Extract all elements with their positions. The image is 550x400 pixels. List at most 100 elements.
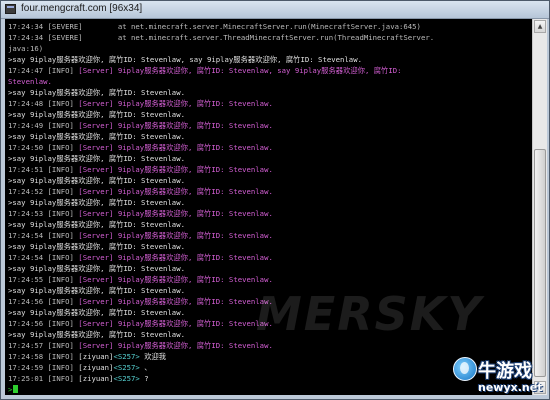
console-segment: [Server] 9iplay服务器欢迎你, 腐竹ID: Stevenlaw. [78, 121, 273, 130]
console-segment: 17:24:34 [SEVERE] at net.minecraft.serve… [8, 33, 435, 42]
console-line: >say 9iplay服务器欢迎你, 腐竹ID: Stevenlaw. [8, 285, 185, 296]
console-segment: >say 9iplay服务器欢迎你, 腐竹ID: Stevenlaw. [8, 308, 185, 317]
console-line: >say 9iplay服务器欢迎你, 腐竹ID: Stevenlaw. [8, 329, 185, 340]
console-line: 17:24:58 [INFO] [ziyuan]<S257> 欢迎我 [8, 351, 166, 362]
console-segment: <S257> [113, 374, 140, 383]
logo-mark-icon [453, 357, 477, 381]
console-line: 17:24:53 [INFO] [Server] 9iplay服务器欢迎你, 腐… [8, 208, 273, 219]
console-segment: 17:24:54 [INFO] [8, 231, 79, 240]
console-segment: 欢迎我 [139, 352, 167, 361]
console-segment: 17:24:49 [INFO] [8, 121, 79, 130]
console-line: >say 9iplay服务器欢迎你, 腐竹ID: Stevenlaw. [8, 109, 185, 120]
console-segment: 17:24:48 [INFO] [8, 99, 79, 108]
console-line: Stevenlaw. [8, 76, 52, 87]
console-segment: [Server] 9iplay服务器欢迎你, 腐竹ID: Stevenlaw. [78, 231, 273, 240]
console-segment: >say 9iplay服务器欢迎你, 腐竹ID: Stevenlaw. [8, 264, 185, 273]
console-line: 17:24:56 [INFO] [Server] 9iplay服务器欢迎你, 腐… [8, 318, 273, 329]
console-line: 17:24:34 [SEVERE] at net.minecraft.serve… [8, 21, 421, 32]
console-segment: [Server] 9iplay服务器欢迎你, 腐竹ID: Stevenlaw. [78, 165, 273, 174]
console-segment: 17:24:50 [INFO] [8, 143, 79, 152]
console-line: >say 9iplay服务器欢迎你, 腐竹ID: Stevenlaw. [8, 241, 185, 252]
console-segment: 17:24:58 [INFO] [8, 352, 79, 361]
console-segment: 17:24:53 [INFO] [8, 209, 79, 218]
console-segment: [Server] 9iplay服务器欢迎你, 腐竹ID: Stevenlaw, … [78, 66, 406, 75]
console-line: 17:24:54 [INFO] [Server] 9iplay服务器欢迎你, 腐… [8, 230, 273, 241]
console-line: 17:24:55 [INFO] [Server] 9iplay服务器欢迎你, 腐… [8, 274, 273, 285]
console-line: 17:24:50 [INFO] [Server] 9iplay服务器欢迎你, 腐… [8, 142, 273, 153]
console-segment: [Server] 9iplay服务器欢迎你, 腐竹ID: Stevenlaw. [78, 209, 273, 218]
console-line: >say 9iplay服务器欢迎你, 腐竹ID: Stevenlaw. [8, 219, 185, 230]
console-segment: [ziyuan] [78, 352, 114, 361]
console-segment: >say 9iplay服务器欢迎你, 腐竹ID: Stevenlaw. [8, 286, 185, 295]
site-logo: 牛游戏 newyx.net [453, 353, 547, 397]
console-segment: >say 9iplay服务器欢迎你, 腐竹ID: Stevenlaw. [8, 176, 185, 185]
console-segment: > [8, 385, 13, 394]
terminal-window: four.mengcraft.com [96x34] 17:24:34 [SEV… [0, 0, 550, 400]
title-bar[interactable]: four.mengcraft.com [96x34] [1, 1, 549, 19]
text-cursor [13, 385, 19, 393]
console-segment: 17:24:56 [INFO] [8, 297, 79, 306]
console-line: 17:24:34 [SEVERE] at net.minecraft.serve… [8, 32, 434, 43]
console-segment: >say 9iplay服务器欢迎你, 腐竹ID: Stevenlaw. [8, 132, 185, 141]
console-segment: [Server] 9iplay服务器欢迎你, 腐竹ID: Stevenlaw. [78, 253, 273, 262]
scroll-thumb[interactable] [534, 149, 546, 377]
console-segment: >say 9iplay服务器欢迎你, 腐竹ID: Stevenlaw. [8, 220, 185, 229]
console-segment: >say 9iplay服务器欢迎你, 腐竹ID: Stevenlaw, say … [8, 55, 362, 64]
console-line: > [8, 384, 19, 395]
window-title: four.mengcraft.com [96x34] [21, 3, 143, 14]
console-segment: [Server] 9iplay服务器欢迎你, 腐竹ID: Stevenlaw. [78, 297, 273, 306]
console-segment: 、 [139, 363, 152, 372]
console-segment: java:16) [8, 44, 44, 53]
vertical-scrollbar[interactable]: ▲ ▼ [532, 19, 547, 395]
console-line: >say 9iplay服务器欢迎你, 腐竹ID: Stevenlaw, say … [8, 54, 362, 65]
console-segment: 17:24:55 [INFO] [8, 275, 79, 284]
console-line: >say 9iplay服务器欢迎你, 腐竹ID: Stevenlaw. [8, 307, 185, 318]
console-line: 17:24:51 [INFO] [Server] 9iplay服务器欢迎你, 腐… [8, 164, 273, 175]
console-segment: Stevenlaw. [8, 77, 52, 86]
console-line: java:16) [8, 43, 43, 54]
console-segment: [ziyuan] [78, 374, 114, 383]
console-segment: [Server] 9iplay服务器欢迎你, 腐竹ID: Stevenlaw. [78, 275, 273, 284]
scroll-up-button[interactable]: ▲ [534, 20, 546, 33]
console-line: 17:24:54 [INFO] [Server] 9iplay服务器欢迎你, 腐… [8, 252, 273, 263]
console-segment: [Server] 9iplay服务器欢迎你, 腐竹ID: Stevenlaw. [78, 99, 273, 108]
console-line: 17:24:56 [INFO] [Server] 9iplay服务器欢迎你, 腐… [8, 296, 273, 307]
console-segment: 17:24:54 [INFO] [8, 253, 79, 262]
console-segment: 17:24:52 [INFO] [8, 187, 79, 196]
console-line: 17:24:48 [INFO] [Server] 9iplay服务器欢迎你, 腐… [8, 98, 273, 109]
console-segment: ? [139, 374, 149, 383]
console-segment: [Server] 9iplay服务器欢迎你, 腐竹ID: Stevenlaw. [78, 143, 273, 152]
terminal-app-icon [5, 4, 16, 14]
console-segment: 17:25:01 [INFO] [8, 374, 79, 383]
console-segment: [Server] 9iplay服务器欢迎你, 腐竹ID: Stevenlaw. [78, 319, 273, 328]
logo-title: 牛游戏 [478, 361, 532, 382]
console-segment: >say 9iplay服务器欢迎你, 腐竹ID: Stevenlaw. [8, 110, 185, 119]
console-segment: >say 9iplay服务器欢迎你, 腐竹ID: Stevenlaw. [8, 198, 185, 207]
console-segment: >say 9iplay服务器欢迎你, 腐竹ID: Stevenlaw. [8, 88, 185, 97]
console-line: 17:24:57 [INFO] [Server] 9iplay服务器欢迎你, 腐… [8, 340, 273, 351]
console-segment: [ziyuan] [78, 363, 114, 372]
console-segment: 17:24:56 [INFO] [8, 319, 79, 328]
logo-subtitle: newyx.net [478, 381, 543, 394]
console-line: 17:24:52 [INFO] [Server] 9iplay服务器欢迎你, 腐… [8, 186, 273, 197]
console-segment: 17:24:51 [INFO] [8, 165, 79, 174]
console-line: >say 9iplay服务器欢迎你, 腐竹ID: Stevenlaw. [8, 197, 185, 208]
console-segment: 17:24:47 [INFO] [8, 66, 79, 75]
console-segment: 17:24:57 [INFO] [8, 341, 79, 350]
console-segment: [Server] 9iplay服务器欢迎你, 腐竹ID: Stevenlaw. [78, 341, 273, 350]
console-line: 17:24:47 [INFO] [Server] 9iplay服务器欢迎你, 腐… [8, 65, 406, 76]
console-segment: >say 9iplay服务器欢迎你, 腐竹ID: Stevenlaw. [8, 242, 185, 251]
console-line: >say 9iplay服务器欢迎你, 腐竹ID: Stevenlaw. [8, 175, 185, 186]
console-line: 17:24:59 [INFO] [ziyuan]<S257> 、 [8, 362, 152, 373]
console-segment: <S257> [113, 352, 140, 361]
console-segment: <S257> [113, 363, 140, 372]
console-line: >say 9iplay服务器欢迎你, 腐竹ID: Stevenlaw. [8, 263, 185, 274]
console-line: >say 9iplay服务器欢迎你, 腐竹ID: Stevenlaw. [8, 87, 185, 98]
console-line: 17:25:01 [INFO] [ziyuan]<S257> ? [8, 373, 149, 384]
console-line: >say 9iplay服务器欢迎你, 腐竹ID: Stevenlaw. [8, 131, 185, 142]
console-segment: [Server] 9iplay服务器欢迎你, 腐竹ID: Stevenlaw. [78, 187, 273, 196]
console-segment: 17:24:59 [INFO] [8, 363, 79, 372]
console-segment: 17:24:34 [SEVERE] at net.minecraft.serve… [8, 22, 421, 31]
watermark: MERSKY [256, 287, 483, 341]
console-segment: >say 9iplay服务器欢迎你, 腐竹ID: Stevenlaw. [8, 154, 185, 163]
